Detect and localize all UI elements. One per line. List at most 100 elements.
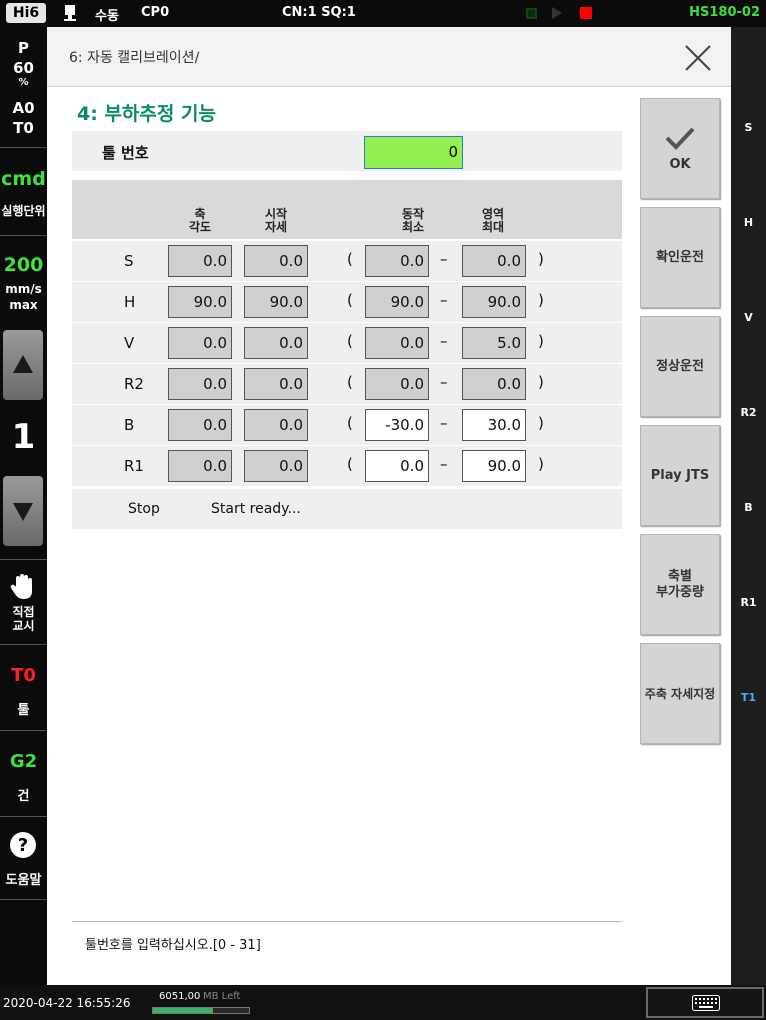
paren-close: ) bbox=[538, 455, 544, 473]
program-label[interactable]: CP0 bbox=[141, 5, 169, 20]
hand-icon bbox=[10, 574, 32, 599]
start-pose-value: 90.0 bbox=[244, 286, 308, 318]
header-motion-min: 동작 최소 bbox=[401, 207, 425, 234]
ok-button[interactable]: OK bbox=[640, 98, 720, 199]
left-sidebar: P 60 % A0 T0 cmd 실행단위 200 mm/s max 1 직접 … bbox=[0, 27, 47, 985]
table-row: V 0.0 0.0 ( 0.0 – 5.0 ) bbox=[72, 323, 622, 363]
axis-label-h[interactable]: H bbox=[731, 216, 766, 229]
robot-model-label: HS180-02 bbox=[689, 5, 760, 20]
bottom-status-bar: 2020-04-22 16:55:26 6051,00 MB Left bbox=[0, 985, 766, 1020]
motion-min-value: 0.0 bbox=[365, 327, 429, 359]
main-axis-pose-label: 주축 자세지정 bbox=[644, 686, 716, 701]
tool-badge: T0 bbox=[11, 665, 36, 686]
axis-label-t1[interactable]: T1 bbox=[731, 691, 766, 704]
range-max-value: 0.0 bbox=[462, 245, 526, 277]
range-dash: – bbox=[440, 373, 448, 391]
range-dash: – bbox=[440, 291, 448, 309]
range-max-value: 5.0 bbox=[462, 327, 526, 359]
start-pose-value: 0.0 bbox=[244, 409, 308, 441]
status-bar: Hi6 수동 CP0 CN:1 SQ:1 HS180-02 bbox=[0, 0, 766, 27]
tool-number-input[interactable]: 0 bbox=[364, 136, 463, 169]
step-down-button[interactable] bbox=[3, 476, 43, 546]
main-axis-pose-button[interactable]: 주축 자세지정 bbox=[640, 643, 720, 744]
tool-number-label: 툴 번호 bbox=[102, 144, 149, 162]
axis-label-r2[interactable]: R2 bbox=[731, 406, 766, 419]
axis-label-b[interactable]: B bbox=[731, 501, 766, 514]
robot-state-text: Stop bbox=[128, 501, 160, 517]
up-arrow-icon bbox=[13, 355, 33, 373]
paren-close: ) bbox=[538, 373, 544, 391]
axis-name: V bbox=[124, 334, 135, 352]
table-row: S 0.0 0.0 ( 0.0 – 0.0 ) bbox=[72, 241, 622, 281]
cmd-label[interactable]: cmd bbox=[0, 168, 47, 190]
step-value: 1 bbox=[11, 417, 36, 457]
exec-unit-label: 실행단위 bbox=[1, 204, 46, 218]
axis-angle-value: 90.0 bbox=[168, 286, 232, 318]
header-range-max: 영역 최대 bbox=[481, 207, 505, 234]
table-row: R1 0.0 0.0 ( 0.0 – 90.0 ) bbox=[72, 446, 622, 486]
axis-label-s[interactable]: S bbox=[731, 121, 766, 134]
dialog-window: 6: 자동 캘리브레이션/ 4: 부하추정 기능 툴 번호 0 축 각도 시작 … bbox=[47, 27, 731, 985]
range-max-input[interactable]: 90.0 bbox=[462, 450, 526, 482]
axis-sidebar: S H V R2 B R1 T1 bbox=[731, 27, 766, 985]
axis-angle-value: 0.0 bbox=[168, 450, 232, 482]
memory-value: 6051,00 bbox=[159, 991, 201, 1002]
section-title: 4: 부하추정 기능 bbox=[77, 103, 216, 125]
close-icon[interactable] bbox=[683, 43, 713, 73]
axis-angle-value: 0.0 bbox=[168, 409, 232, 441]
table-row: H 90.0 90.0 ( 90.0 – 90.0 ) bbox=[72, 282, 622, 322]
axis-payload-button[interactable]: 축별 부가중량 bbox=[640, 534, 720, 635]
axis-label-r1[interactable]: R1 bbox=[731, 596, 766, 609]
motion-min-value: 0.0 bbox=[365, 368, 429, 400]
paren-open: ( bbox=[347, 332, 353, 350]
status-row: Stop Start ready... bbox=[72, 489, 622, 529]
ok-label: OK bbox=[669, 156, 691, 172]
axis-name: R1 bbox=[124, 457, 144, 475]
process-state-text: Start ready... bbox=[211, 501, 301, 517]
help-button[interactable]: ? 도움말 bbox=[0, 817, 47, 899]
paren-open: ( bbox=[347, 414, 353, 432]
motion-min-input[interactable]: -30.0 bbox=[365, 409, 429, 441]
axis-label-v[interactable]: V bbox=[731, 311, 766, 324]
tool-label: 툴 bbox=[17, 703, 30, 718]
play-jts-button[interactable]: Play JTS bbox=[640, 425, 720, 526]
keyboard-button[interactable] bbox=[646, 987, 764, 1018]
direct-teach-button[interactable]: 직접 교시 bbox=[0, 563, 47, 643]
range-max-value: 90.0 bbox=[462, 286, 526, 318]
start-pose-value: 0.0 bbox=[244, 327, 308, 359]
axis-payload-label: 축별 부가중량 bbox=[656, 568, 704, 600]
override-value[interactable]: 60 bbox=[0, 59, 47, 77]
speed-unit: mm/s bbox=[5, 282, 42, 296]
gun-label: 건 bbox=[17, 789, 30, 804]
range-dash: – bbox=[440, 332, 448, 350]
svg-text:?: ? bbox=[18, 835, 28, 856]
table-header: 축 각도 시작 자세 동작 최소 영역 최대 bbox=[72, 180, 622, 239]
checkmark-icon bbox=[665, 127, 695, 150]
breadcrumb: 6: 자동 캘리브레이션/ bbox=[69, 50, 200, 66]
paren-open: ( bbox=[347, 455, 353, 473]
axis-name: R2 bbox=[124, 375, 144, 393]
range-max-input[interactable]: 30.0 bbox=[462, 409, 526, 441]
stop-status-icon bbox=[580, 7, 592, 19]
step-up-button[interactable] bbox=[3, 330, 43, 400]
speed-value[interactable]: 200 bbox=[0, 254, 47, 276]
t-label: T0 bbox=[13, 119, 34, 137]
table-row: R2 0.0 0.0 ( 0.0 – 0.0 ) bbox=[72, 364, 622, 404]
table-row: B 0.0 0.0 ( -30.0 – 30.0 ) bbox=[72, 405, 622, 445]
range-max-value: 0.0 bbox=[462, 368, 526, 400]
servo-status-icon bbox=[526, 8, 537, 19]
override-unit: % bbox=[18, 77, 29, 88]
confirm-run-button[interactable]: 확인운전 bbox=[640, 207, 720, 308]
speed-mode-label[interactable]: P bbox=[0, 39, 47, 57]
normal-run-button[interactable]: 정상운전 bbox=[640, 316, 720, 417]
gun-badge: G2 bbox=[9, 751, 38, 772]
start-pose-value: 0.0 bbox=[244, 245, 308, 277]
motion-min-value: 0.0 bbox=[365, 245, 429, 277]
motion-min-value: 90.0 bbox=[365, 286, 429, 318]
memory-progress-bar bbox=[152, 1007, 250, 1014]
motion-min-input[interactable]: 0.0 bbox=[365, 450, 429, 482]
mode-label[interactable]: 수동 bbox=[95, 5, 119, 24]
gun-select-button[interactable]: G2 건 bbox=[0, 731, 47, 816]
datetime-label: 2020-04-22 16:55:26 bbox=[3, 996, 131, 1010]
tool-select-button[interactable]: T0 툴 bbox=[0, 645, 47, 730]
